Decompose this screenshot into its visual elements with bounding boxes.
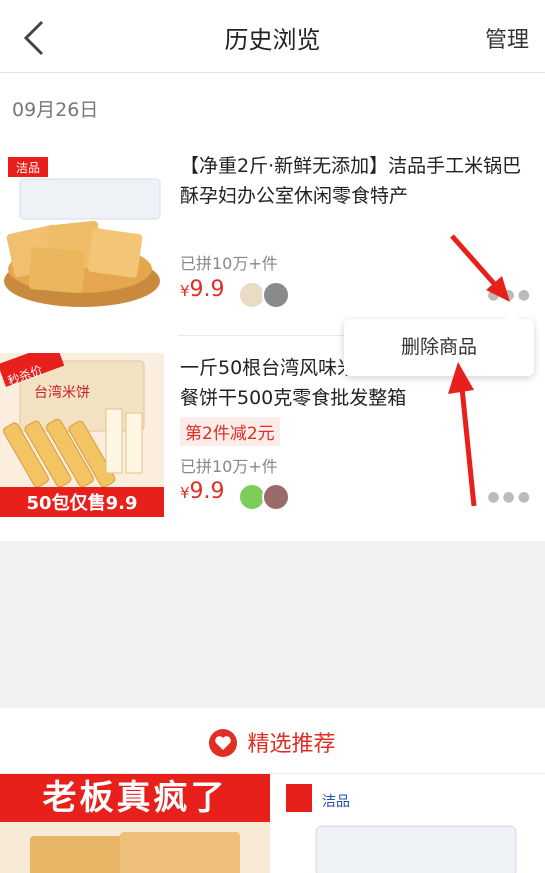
package-text: 台湾米饼 [34, 384, 90, 401]
history-list: 09月26日 洁品 【净重2斤·新鲜无添加】洁品手工米锅巴酥孕妇办公室休闲零食特… [0, 73, 545, 541]
delete-item-button[interactable]: 删除商品 [344, 319, 534, 376]
product-title[interactable]: 【净重2斤·新鲜无添加】洁品手工米锅巴酥孕妇办公室休闲零食特产 [180, 151, 532, 211]
page-title: 历史浏览 [224, 26, 321, 54]
card-banner: 老板真疯了 [0, 774, 270, 822]
avatar [262, 483, 290, 511]
product-price: ¥9.9 [180, 479, 225, 504]
list-item[interactable]: 秒杀价 台湾米饼 50包仅售9.9 一斤50根台湾风味米饼能量棒儿童营养早餐饼干… [0, 353, 545, 533]
list-item[interactable]: 洁品 【净重2斤·新鲜无添加】洁品手工米锅巴酥孕妇办公室休闲零食特产 已拼10万… [0, 151, 545, 331]
context-menu: 删除商品 [344, 311, 534, 376]
currency-symbol: ¥ [180, 484, 190, 502]
recommend-card[interactable]: 洁品 [276, 774, 545, 873]
brand-logo-text: 洁品 [322, 794, 350, 810]
manage-button[interactable]: 管理 [485, 22, 529, 54]
recommend-header: 精选推荐 [0, 708, 545, 774]
recommend-card[interactable]: 老板真疯了 [0, 774, 270, 873]
product-image[interactable]: 秒杀价 台湾米饼 50包仅售9.9 [0, 353, 164, 517]
product-price: ¥9.9 [180, 277, 225, 302]
sold-count: 已拼10万+件 [180, 457, 278, 476]
avatar [262, 281, 290, 309]
sold-count: 已拼10万+件 [180, 254, 278, 273]
recommend-grid: 老板真疯了 洁品 [0, 774, 545, 873]
date-header: 09月26日 [12, 99, 99, 121]
product-image[interactable]: 洁品 [0, 151, 164, 315]
more-dots-icon[interactable]: ●●● [487, 287, 533, 303]
brand-logo-text: 洁品 [16, 161, 40, 175]
more-dots-icon[interactable]: ●●● [487, 489, 533, 505]
top-bar: 历史浏览 管理 [0, 0, 545, 73]
buyer-avatars [238, 483, 298, 511]
recommend-label: 精选推荐 [247, 732, 336, 757]
price-value: 9.9 [189, 277, 225, 302]
currency-symbol: ¥ [180, 282, 190, 300]
discount-badge: 第2件减2元 [180, 417, 280, 446]
heart-icon [209, 729, 238, 757]
price-value: 9.9 [189, 479, 225, 504]
promo-banner-text: 50包仅售9.9 [27, 492, 138, 514]
buyer-avatars [238, 281, 298, 309]
